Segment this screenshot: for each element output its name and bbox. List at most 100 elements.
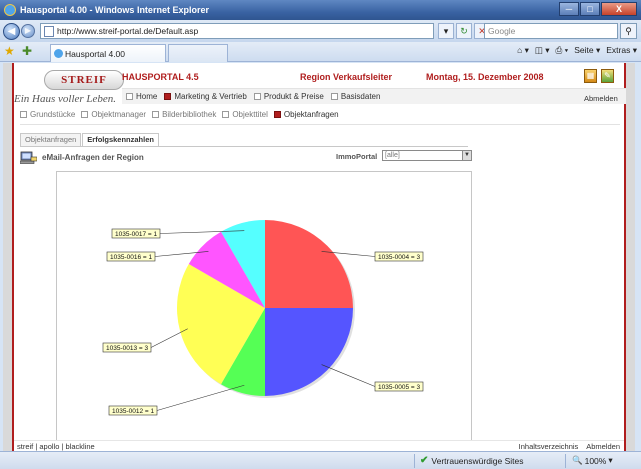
sub-nav-label: Grundstücke xyxy=(30,110,76,119)
pie-data-label: 1035-0017 = 1 xyxy=(115,231,157,238)
status-divider xyxy=(414,454,415,468)
sub-nav-bilderbibliothek[interactable]: Bilderbibliothek xyxy=(152,110,216,119)
toc-link[interactable]: Inhaltsverzeichnis xyxy=(519,442,579,451)
main-nav-marketing[interactable]: Marketing & Vertrieb xyxy=(164,92,247,101)
close-window-button[interactable]: X xyxy=(601,2,637,16)
dropdown-arrow-icon[interactable]: ▾ xyxy=(438,23,454,39)
forward-button[interactable]: ▶ xyxy=(21,24,35,38)
zoom-control[interactable]: 🔍 100% ▾ xyxy=(572,455,613,466)
page-icon xyxy=(44,25,54,37)
address-field[interactable]: http://www.streif-portal.de/Default.asp xyxy=(40,23,434,39)
pie-slice[interactable] xyxy=(265,220,353,308)
footer-logout-link[interactable]: Abmelden xyxy=(586,442,620,451)
filter-label: ImmoPortal xyxy=(336,152,378,161)
main-nav-label: Home xyxy=(136,92,158,101)
checkbox-checked-icon xyxy=(164,93,172,100)
address-tools: ▾ ↻ ✕ xyxy=(438,23,490,39)
tab-bar: ★ ✚ Hausportal 4.00 ⌂ ▾ ◫ ▾ ⎙ ▾ Seite ▾ … xyxy=(0,42,641,62)
zoom-level: 100% xyxy=(584,455,607,466)
main-nav-produkt[interactable]: Produkt & Preise xyxy=(253,92,324,101)
chart-frame: 1035-0004 = 3 1035-0005 = 3 1035-0012 = 1 1… xyxy=(56,171,472,441)
main-nav-home[interactable]: Home xyxy=(126,92,157,101)
portal-title: HAUSPORTAL 4.5 xyxy=(122,72,199,82)
portal-page: STREIF Ein Haus voller Leben. HAUSPORTAL… xyxy=(12,63,626,451)
sub-nav-objektanfragen[interactable]: Objektanfragen xyxy=(273,110,339,119)
home-icon[interactable]: ⌂ ▾ xyxy=(517,45,529,56)
notes-icon[interactable]: ✎ xyxy=(601,69,614,83)
search-icon[interactable]: ⚲ xyxy=(620,23,637,39)
tab-label: Hausportal 4.00 xyxy=(65,48,126,59)
checkbox-icon xyxy=(222,111,230,118)
page-viewport: STREIF Ein Haus voller Leben. HAUSPORTAL… xyxy=(3,63,635,451)
search-input[interactable]: Google xyxy=(484,23,618,39)
window-title: Hausportal 4.00 - Windows Internet Explo… xyxy=(20,5,209,15)
sub-nav-label: Objektmanager xyxy=(91,110,147,119)
tab-objektanfragen[interactable]: Objektanfragen xyxy=(20,133,82,146)
streif-logo[interactable]: STREIF xyxy=(44,70,124,90)
ie-logo-icon xyxy=(4,4,16,16)
checkmark-icon: ✔ xyxy=(420,455,429,466)
checkbox-checked-icon xyxy=(273,111,281,118)
checkbox-icon xyxy=(20,111,27,118)
minimize-button[interactable]: ─ xyxy=(559,2,579,16)
immoportal-select[interactable]: [alle] ▼ xyxy=(382,150,472,161)
page-menu[interactable]: Seite ▾ xyxy=(574,45,600,56)
command-bar: ⌂ ▾ ◫ ▾ ⎙ ▾ Seite ▾ Extras ▾ xyxy=(517,45,637,56)
extras-menu[interactable]: Extras ▾ xyxy=(606,45,637,56)
pie-data-label: 1035-0012 = 1 xyxy=(112,408,154,415)
footer-right: Inhaltsverzeichnis Abmelden xyxy=(519,442,620,451)
checkbox-icon xyxy=(152,111,160,118)
sub-nav-grundstuecke[interactable]: Grundstücke xyxy=(20,110,75,119)
pie-data-label: 1035-0004 = 3 xyxy=(378,254,420,261)
chevron-down-icon: ▾ xyxy=(608,455,613,465)
page-tabs: Objektanfragen Erfolgskennzahlen xyxy=(20,133,159,146)
pie-leader-line xyxy=(150,328,188,348)
tab-favicon-icon xyxy=(54,49,63,58)
divider xyxy=(20,124,620,125)
immoportal-select-value: [alle] xyxy=(385,152,400,159)
zoom-icon: 🔍 xyxy=(572,455,583,465)
header-icons: ▦ ✎ xyxy=(584,69,614,83)
back-button[interactable]: ◀ xyxy=(3,22,20,40)
sub-nav-label: Objekttitel xyxy=(232,110,268,119)
maximize-button[interactable]: □ xyxy=(580,2,600,16)
feeds-icon[interactable]: ◫ ▾ xyxy=(535,45,550,56)
extras-menu-label: Extras xyxy=(606,45,631,55)
pie-slice[interactable] xyxy=(265,308,353,396)
add-favorite-icon[interactable]: ✚ xyxy=(22,44,32,58)
tab-underline xyxy=(20,146,468,147)
status-bar: ✔ Vertrauenswürdige Sites 🔍 100% ▾ xyxy=(0,451,641,469)
sub-nav-objekttitel[interactable]: Objekttitel xyxy=(222,110,268,119)
status-divider xyxy=(565,454,566,468)
portal-footer: streif | apollo | blackline Inhaltsverze… xyxy=(14,440,624,451)
checkbox-icon xyxy=(253,93,261,100)
refresh-icon[interactable]: ↻ xyxy=(456,23,472,39)
footer-links[interactable]: streif | apollo | blackline xyxy=(17,442,95,451)
chevron-down-icon: ▼ xyxy=(462,151,471,160)
page-menu-label: Seite xyxy=(574,45,594,55)
security-zone-label: Vertrauenswürdige Sites xyxy=(431,455,524,466)
sub-nav-objektmanager[interactable]: Objektmanager xyxy=(81,110,146,119)
checkbox-icon xyxy=(81,111,89,118)
address-toolbar: ◀ ▶ http://www.streif-portal.de/Default.… xyxy=(0,20,641,42)
main-nav-label: Produkt & Preise xyxy=(263,92,324,101)
pie-leader-line xyxy=(156,384,245,411)
browser-tab[interactable]: Hausportal 4.00 xyxy=(50,44,166,62)
pie-chart: 1035-0004 = 3 1035-0005 = 3 1035-0012 = 1 1… xyxy=(102,220,424,416)
address-url: http://www.streif-portal.de/Default.asp xyxy=(57,26,199,36)
new-tab-button[interactable] xyxy=(168,44,228,62)
main-nav-basisdaten[interactable]: Basisdaten xyxy=(330,92,380,101)
favorites-star-icon[interactable]: ★ xyxy=(4,44,15,58)
print-icon[interactable]: ⎙ ▾ xyxy=(556,45,569,56)
section-title: eMail-Anfragen der Region xyxy=(42,153,144,162)
region-title: Region Verkaufsleiter xyxy=(300,72,393,82)
sub-nav: Grundstücke Objektmanager Bilderbiblioth… xyxy=(20,110,339,119)
email-computer-icon xyxy=(20,151,37,164)
sub-nav-label: Bilderbibliothek xyxy=(162,110,217,119)
security-zone[interactable]: ✔ Vertrauenswürdige Sites xyxy=(420,455,524,466)
pie-data-label: 1035-0005 = 3 xyxy=(378,384,420,391)
logout-link[interactable]: Abmelden xyxy=(584,94,618,103)
tab-erfolgskennzahlen[interactable]: Erfolgskennzahlen xyxy=(82,133,159,146)
calendar-icon[interactable]: ▦ xyxy=(584,69,597,83)
checkbox-icon xyxy=(126,93,133,100)
